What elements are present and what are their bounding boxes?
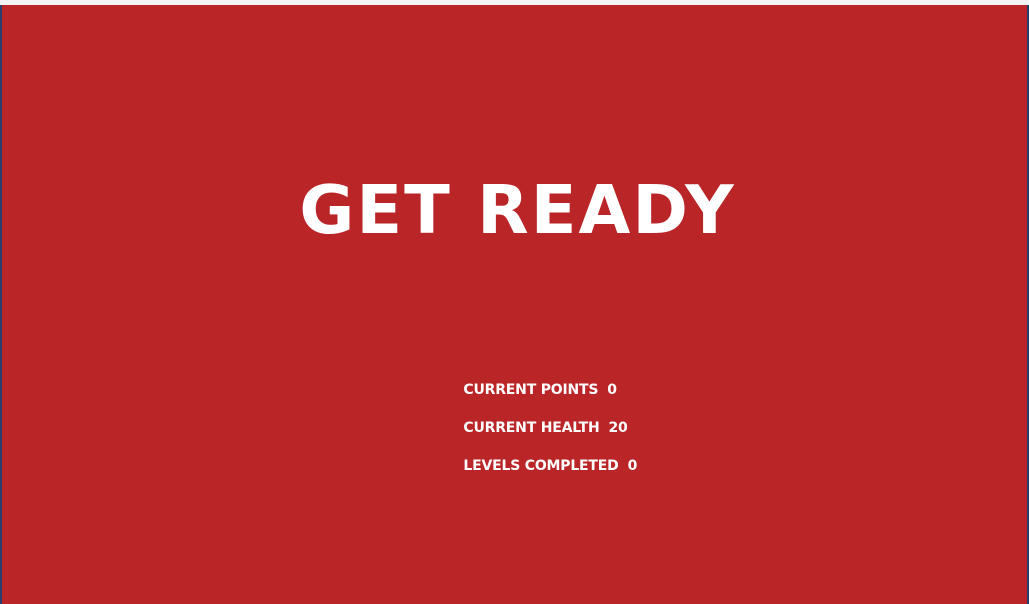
current-points-label: CURRENT POINTS: [463, 382, 599, 398]
current-health-row: CURRENT HEALTH 20: [426, 401, 686, 439]
stats-panel: CURRENT POINTS 0 CURRENT HEALTH 20 LEVELS …: [426, 363, 686, 477]
levels-completed-label: LEVELS COMPLETED: [463, 458, 619, 474]
current-points-row: CURRENT POINTS 0: [426, 363, 686, 401]
levels-completed-row: LEVELS COMPLETED 0: [426, 439, 686, 477]
levels-completed-value: 0: [627, 458, 638, 474]
get-ready-screen: GET READY CURRENT POINTS 0 CURRENT HEALTH…: [2, 5, 1027, 604]
get-ready-title: GET READY: [299, 171, 736, 249]
game-window: GET READY CURRENT POINTS 0 CURRENT HEALTH…: [0, 0, 1029, 604]
current-points-value: 0: [607, 382, 617, 398]
current-health-label: CURRENT HEALTH: [463, 420, 600, 436]
current-health-value: 20: [608, 420, 628, 436]
